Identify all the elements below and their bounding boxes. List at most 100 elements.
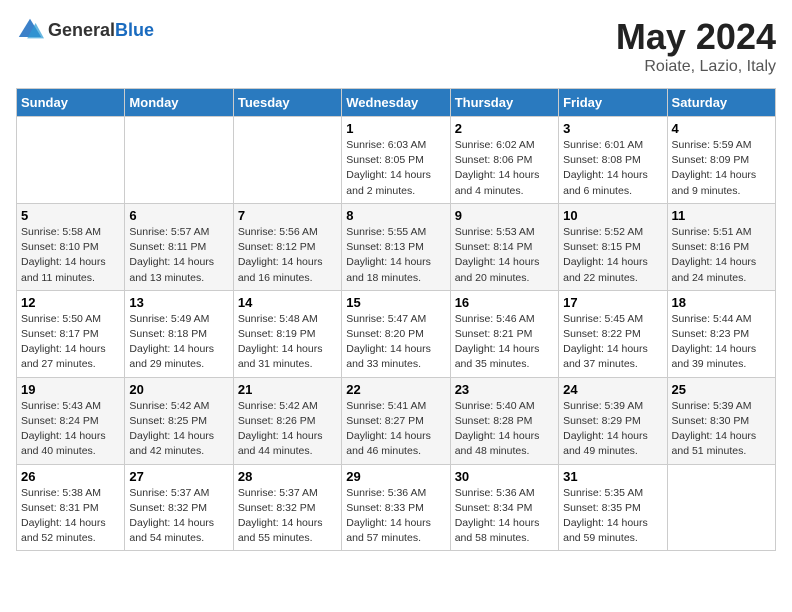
day-info: Sunrise: 5:53 AMSunset: 8:14 PMDaylight:…	[455, 225, 554, 286]
day-info: Sunrise: 6:03 AMSunset: 8:05 PMDaylight:…	[346, 138, 445, 199]
page-header: GeneralBlue May 2024 Roiate, Lazio, Ital…	[16, 16, 776, 76]
day-info: Sunrise: 5:38 AMSunset: 8:31 PMDaylight:…	[21, 486, 120, 547]
day-info: Sunrise: 5:52 AMSunset: 8:15 PMDaylight:…	[563, 225, 662, 286]
day-info: Sunrise: 5:50 AMSunset: 8:17 PMDaylight:…	[21, 312, 120, 373]
title-block: May 2024 Roiate, Lazio, Italy	[616, 16, 776, 76]
day-cell: 27Sunrise: 5:37 AMSunset: 8:32 PMDayligh…	[125, 464, 233, 551]
day-number: 15	[346, 295, 445, 310]
day-cell: 11 Sunrise: 5:51 AMSunset: 8:16 PMDayligh…	[667, 203, 775, 290]
logo-general: General	[48, 20, 115, 40]
day-number: 22	[346, 382, 445, 397]
week-row-1: 1 Sunrise: 6:03 AMSunset: 8:05 PMDaylight…	[17, 117, 776, 204]
header-monday: Monday	[125, 89, 233, 117]
day-info: Sunrise: 5:55 AMSunset: 8:13 PMDaylight:…	[346, 225, 445, 286]
logo-blue: Blue	[115, 20, 154, 40]
day-cell: 28 Sunrise: 5:37 AMSunset: 8:32 PMDayligh…	[233, 464, 341, 551]
header-sunday: Sunday	[17, 89, 125, 117]
week-row-5: 26Sunrise: 5:38 AMSunset: 8:31 PMDayligh…	[17, 464, 776, 551]
day-number: 13	[129, 295, 228, 310]
day-info: Sunrise: 5:51 AMSunset: 8:16 PMDaylight:…	[672, 225, 771, 286]
day-number: 31	[563, 469, 662, 484]
day-info: Sunrise: 5:39 AMSunset: 8:30 PMDaylight:…	[672, 399, 771, 460]
day-number: 12	[21, 295, 120, 310]
day-cell: 8 Sunrise: 5:55 AMSunset: 8:13 PMDaylight…	[342, 203, 450, 290]
day-number: 14	[238, 295, 337, 310]
day-info: Sunrise: 5:39 AMSunset: 8:29 PMDaylight:…	[563, 399, 662, 460]
day-cell: 15Sunrise: 5:47 AMSunset: 8:20 PMDayligh…	[342, 290, 450, 377]
day-number: 24	[563, 382, 662, 397]
day-cell: 20 Sunrise: 5:42 AMSunset: 8:25 PMDayligh…	[125, 377, 233, 464]
week-row-2: 5 Sunrise: 5:58 AMSunset: 8:10 PMDaylight…	[17, 203, 776, 290]
day-cell: 17 Sunrise: 5:45 AMSunset: 8:22 PMDayligh…	[559, 290, 667, 377]
day-cell: 31 Sunrise: 5:35 AMSunset: 8:35 PMDayligh…	[559, 464, 667, 551]
header-tuesday: Tuesday	[233, 89, 341, 117]
day-number: 9	[455, 208, 554, 223]
week-row-4: 19 Sunrise: 5:43 AMSunset: 8:24 PMDayligh…	[17, 377, 776, 464]
logo-icon	[16, 16, 44, 44]
day-number: 25	[672, 382, 771, 397]
day-info: Sunrise: 5:42 AMSunset: 8:25 PMDaylight:…	[129, 399, 228, 460]
day-cell: 12 Sunrise: 5:50 AMSunset: 8:17 PMDayligh…	[17, 290, 125, 377]
day-cell: 14 Sunrise: 5:48 AMSunset: 8:19 PMDayligh…	[233, 290, 341, 377]
day-number: 1	[346, 121, 445, 136]
week-row-3: 12 Sunrise: 5:50 AMSunset: 8:17 PMDayligh…	[17, 290, 776, 377]
header-wednesday: Wednesday	[342, 89, 450, 117]
day-info: Sunrise: 5:37 AMSunset: 8:32 PMDaylight:…	[238, 486, 337, 547]
day-cell: 7 Sunrise: 5:56 AMSunset: 8:12 PMDaylight…	[233, 203, 341, 290]
day-info: Sunrise: 5:41 AMSunset: 8:27 PMDaylight:…	[346, 399, 445, 460]
day-number: 20	[129, 382, 228, 397]
header-thursday: Thursday	[450, 89, 558, 117]
day-cell: 26Sunrise: 5:38 AMSunset: 8:31 PMDayligh…	[17, 464, 125, 551]
day-info: Sunrise: 5:58 AMSunset: 8:10 PMDaylight:…	[21, 225, 120, 286]
day-cell: 5 Sunrise: 5:58 AMSunset: 8:10 PMDaylight…	[17, 203, 125, 290]
day-cell: 18Sunrise: 5:44 AMSunset: 8:23 PMDayligh…	[667, 290, 775, 377]
day-info: Sunrise: 5:37 AMSunset: 8:32 PMDaylight:…	[129, 486, 228, 547]
day-cell: 3 Sunrise: 6:01 AMSunset: 8:08 PMDaylight…	[559, 117, 667, 204]
day-info: Sunrise: 5:45 AMSunset: 8:22 PMDaylight:…	[563, 312, 662, 373]
day-cell: 16 Sunrise: 5:46 AMSunset: 8:21 PMDayligh…	[450, 290, 558, 377]
day-number: 3	[563, 121, 662, 136]
day-cell: 2Sunrise: 6:02 AMSunset: 8:06 PMDaylight…	[450, 117, 558, 204]
header-row: SundayMondayTuesdayWednesdayThursdayFrid…	[17, 89, 776, 117]
day-number: 7	[238, 208, 337, 223]
day-info: Sunrise: 5:36 AMSunset: 8:34 PMDaylight:…	[455, 486, 554, 547]
day-number: 5	[21, 208, 120, 223]
day-info: Sunrise: 5:59 AMSunset: 8:09 PMDaylight:…	[672, 138, 771, 199]
day-info: Sunrise: 5:49 AMSunset: 8:18 PMDaylight:…	[129, 312, 228, 373]
day-number: 8	[346, 208, 445, 223]
day-cell: 22 Sunrise: 5:41 AMSunset: 8:27 PMDayligh…	[342, 377, 450, 464]
day-info: Sunrise: 5:40 AMSunset: 8:28 PMDaylight:…	[455, 399, 554, 460]
day-number: 16	[455, 295, 554, 310]
day-info: Sunrise: 5:42 AMSunset: 8:26 PMDaylight:…	[238, 399, 337, 460]
day-number: 19	[21, 382, 120, 397]
day-cell: 25 Sunrise: 5:39 AMSunset: 8:30 PMDayligh…	[667, 377, 775, 464]
day-info: Sunrise: 5:43 AMSunset: 8:24 PMDaylight:…	[21, 399, 120, 460]
day-info: Sunrise: 6:02 AMSunset: 8:06 PMDaylight:…	[455, 138, 554, 199]
location-title: Roiate, Lazio, Italy	[616, 58, 776, 76]
month-title: May 2024	[616, 16, 776, 58]
day-cell	[17, 117, 125, 204]
day-cell: 6Sunrise: 5:57 AMSunset: 8:11 PMDaylight…	[125, 203, 233, 290]
day-number: 17	[563, 295, 662, 310]
header-friday: Friday	[559, 89, 667, 117]
day-number: 6	[129, 208, 228, 223]
day-cell	[125, 117, 233, 204]
day-info: Sunrise: 5:36 AMSunset: 8:33 PMDaylight:…	[346, 486, 445, 547]
day-number: 11	[672, 208, 771, 223]
day-info: Sunrise: 5:46 AMSunset: 8:21 PMDaylight:…	[455, 312, 554, 373]
header-saturday: Saturday	[667, 89, 775, 117]
day-info: Sunrise: 5:56 AMSunset: 8:12 PMDaylight:…	[238, 225, 337, 286]
day-number: 10	[563, 208, 662, 223]
day-info: Sunrise: 5:35 AMSunset: 8:35 PMDaylight:…	[563, 486, 662, 547]
day-number: 28	[238, 469, 337, 484]
day-cell	[233, 117, 341, 204]
day-cell: 23 Sunrise: 5:40 AMSunset: 8:28 PMDayligh…	[450, 377, 558, 464]
day-info: Sunrise: 5:48 AMSunset: 8:19 PMDaylight:…	[238, 312, 337, 373]
day-number: 21	[238, 382, 337, 397]
day-cell: 21 Sunrise: 5:42 AMSunset: 8:26 PMDayligh…	[233, 377, 341, 464]
day-cell: 10 Sunrise: 5:52 AMSunset: 8:15 PMDayligh…	[559, 203, 667, 290]
day-number: 29	[346, 469, 445, 484]
day-info: Sunrise: 6:01 AMSunset: 8:08 PMDaylight:…	[563, 138, 662, 199]
day-cell	[667, 464, 775, 551]
day-number: 23	[455, 382, 554, 397]
